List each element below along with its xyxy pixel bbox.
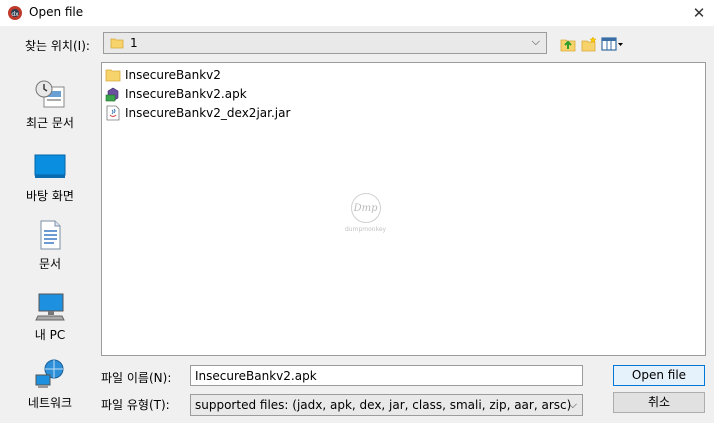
title-bar: dx Open file ✕ <box>0 0 714 26</box>
file-type-label: 파일 유형(T): <box>101 398 170 412</box>
cancel-button[interactable]: 취소 <box>613 392 705 413</box>
up-one-level-icon[interactable] <box>559 35 577 53</box>
list-item[interactable]: InsecureBankv2 <box>105 66 221 84</box>
file-name: InsecureBankv2_dex2jar.jar <box>125 106 291 120</box>
place-this-pc[interactable]: 내 PC <box>12 290 88 343</box>
view-menu-icon[interactable] <box>601 35 625 53</box>
watermark-text: dumpmonkey <box>345 226 387 233</box>
apk-file-icon <box>105 86 121 102</box>
file-name-input[interactable] <box>190 365 583 386</box>
place-label: 내 PC <box>34 328 66 342</box>
folder-icon <box>110 36 124 53</box>
this-pc-icon <box>34 290 66 322</box>
window-title: Open file <box>29 5 84 19</box>
file-name: InsecureBankv2 <box>125 68 221 82</box>
list-item[interactable]: InsecureBankv2.apk <box>105 85 247 103</box>
file-name-label: 파일 이름(N): <box>101 371 172 385</box>
svg-text:dx: dx <box>11 11 19 18</box>
look-in-value: 1 <box>130 36 138 50</box>
look-in-combo[interactable]: 1 ⌵ <box>103 32 547 54</box>
chevron-down-icon[interactable]: ⌵ <box>532 35 540 49</box>
open-button[interactable]: Open file <box>613 365 705 386</box>
place-recent-items[interactable]: 최근 문서 <box>12 78 88 131</box>
chevron-down-icon[interactable]: ⌵ <box>569 398 577 412</box>
new-folder-icon[interactable] <box>580 35 598 53</box>
network-icon <box>34 358 66 390</box>
jar-file-icon <box>105 105 121 121</box>
place-label: 네트워크 <box>27 396 73 410</box>
app-icon: dx <box>7 5 23 21</box>
recent-items-icon <box>34 78 66 110</box>
file-type-value: supported files: (jadx, apk, dex, jar, c… <box>195 398 572 412</box>
close-icon[interactable]: ✕ <box>684 0 714 26</box>
place-label: 문서 <box>38 257 62 271</box>
place-label: 바탕 화면 <box>26 189 74 203</box>
folder-icon <box>105 67 121 83</box>
documents-icon <box>34 219 66 251</box>
watermark: Dmp dumpmonkey <box>345 193 386 233</box>
place-label: 최근 문서 <box>26 116 74 130</box>
desktop-icon <box>34 151 66 183</box>
place-desktop[interactable]: 바탕 화면 <box>12 151 88 204</box>
place-network[interactable]: 네트워크 <box>12 358 88 411</box>
list-item[interactable]: InsecureBankv2_dex2jar.jar <box>105 104 290 122</box>
look-in-label: 찾는 위치(I): <box>25 39 90 53</box>
file-list[interactable]: InsecureBankv2 InsecureBankv2.apk Insecu… <box>101 62 706 356</box>
file-type-select[interactable]: supported files: (jadx, apk, dex, jar, c… <box>190 394 583 416</box>
watermark-logo: Dmp <box>350 193 381 223</box>
place-documents[interactable]: 문서 <box>12 219 88 272</box>
file-name: InsecureBankv2.apk <box>125 87 247 101</box>
